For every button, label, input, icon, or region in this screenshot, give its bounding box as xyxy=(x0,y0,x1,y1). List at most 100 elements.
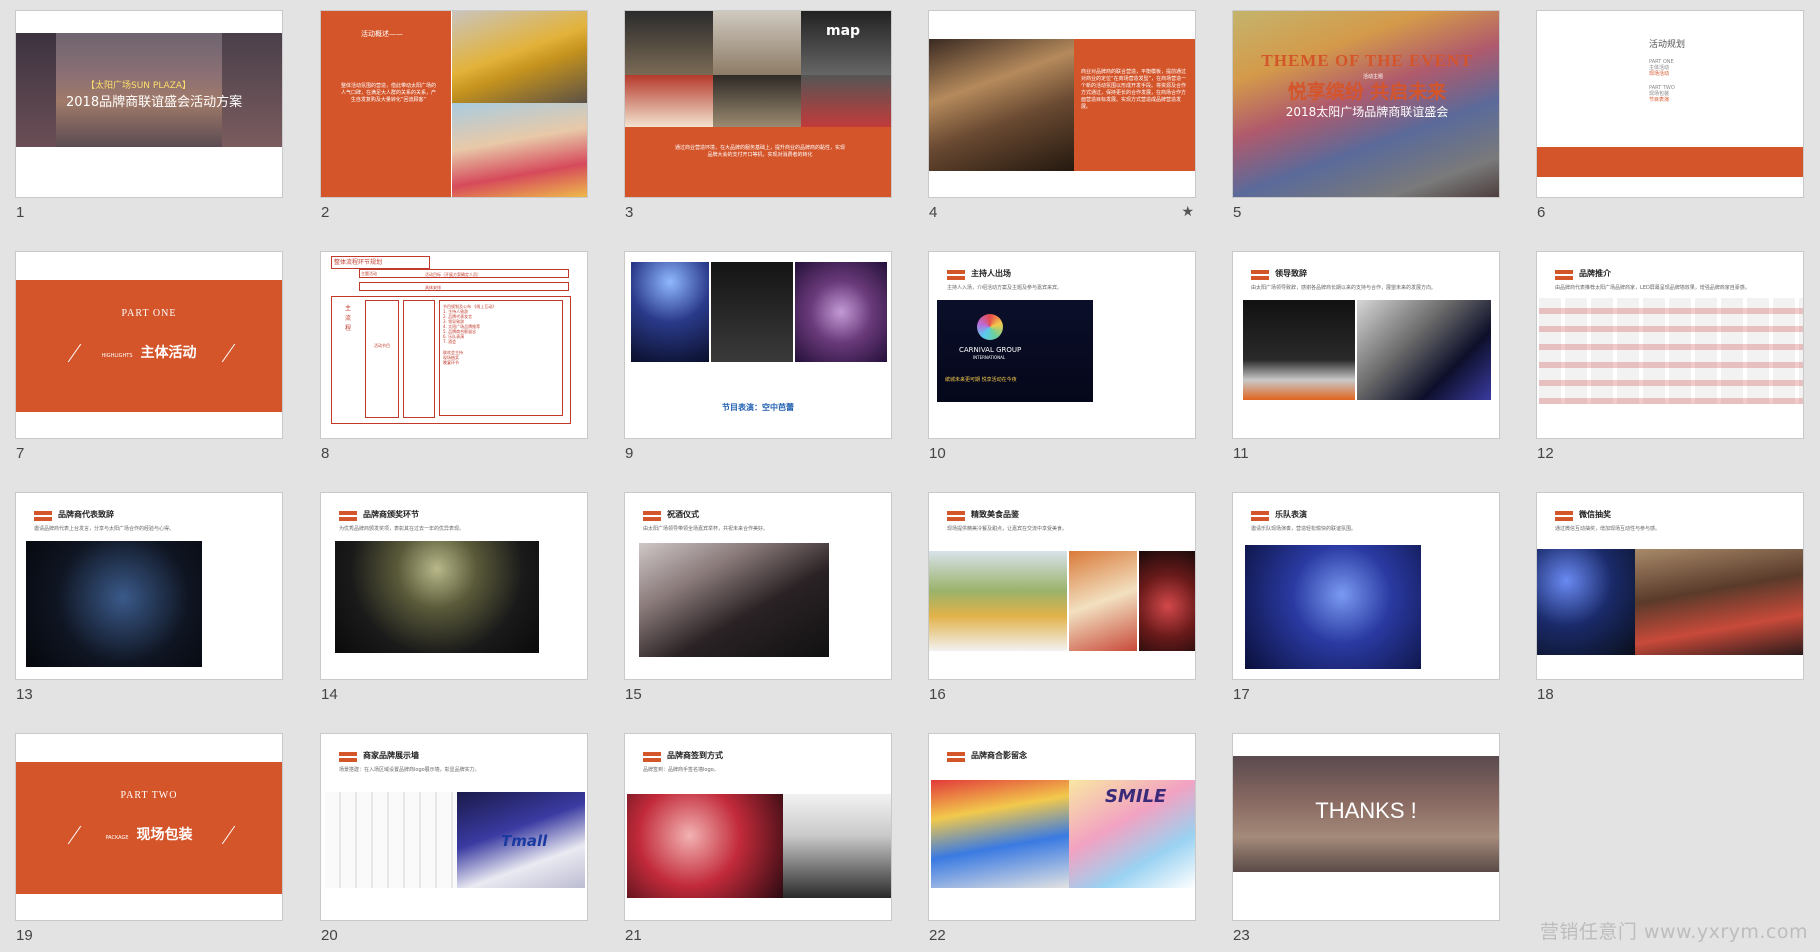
slide-thumb-9[interactable]: 节目表演：空中芭蕾 9 xyxy=(624,251,892,462)
slide-number: 17 xyxy=(1233,686,1250,703)
slide-number: 5 xyxy=(1233,204,1242,221)
slide-21-heading: 品牌商签到方式 xyxy=(667,751,723,760)
crowd-photo-2 xyxy=(1635,549,1803,655)
slide-sorter-grid: 【太阳广场SUN PLAZA】 2018品牌商联谊盛会活动方案 1 活动概述——… xyxy=(0,0,1820,952)
slide-20-sub: 场景搭建：在入场区域设置品牌商logo展示墙，彰显品牌实力。 xyxy=(339,767,480,773)
slide-number: 8 xyxy=(321,445,330,462)
slide-14-heading: 品牌商颁奖环节 xyxy=(363,510,419,519)
slide-thumb-18[interactable]: 微信抽奖 通过微信互动抽奖，增加现场互动性与参与感。 18 xyxy=(1536,492,1804,703)
slide-22-heading: 品牌商合影留念 xyxy=(971,751,1027,760)
slide-thumb-2[interactable]: 活动概述—— 整体活动氛围的营造，借此带动太阳广场的人气口碑，在满足大人群的关系… xyxy=(320,10,588,221)
slide-number: 22 xyxy=(929,927,946,944)
slide-number: 7 xyxy=(16,445,25,462)
slide-number: 23 xyxy=(1233,927,1250,944)
slide-number: 18 xyxy=(1537,686,1554,703)
ballet-photo-3 xyxy=(795,262,887,362)
slide-5-title-cn: 悦享缤纷 共启未来 xyxy=(1287,81,1447,103)
slide-thumb-6[interactable]: 活动规划 PART ONE 主体活动 现场活动 PART TWO 现场包装 节目… xyxy=(1536,10,1804,221)
ballet-photo-1 xyxy=(631,262,709,362)
slide-number: 6 xyxy=(1537,204,1546,221)
slide-number: 16 xyxy=(929,686,946,703)
slide-thumb-17[interactable]: 乐队表演 邀请乐队现场演奏，营造轻松愉快的联谊氛围。 17 xyxy=(1232,492,1500,703)
slide-thumb-16[interactable]: 精致美食品鉴 现场提供精美冷餐及甜点，让嘉宾在交流中享受美食。 16 xyxy=(928,492,1196,703)
slide-19-part: PART TWO xyxy=(120,790,178,801)
slide-4-body: 商业对品牌商的联合营造，平衡模板，提前通过对商业的定位“在商场营造发型”，在商场… xyxy=(1081,69,1187,110)
slide-thumb-12[interactable]: 品牌推介 由品牌商代表推荐太阳广场品牌商家，LED屏幕呈现品牌墙效果，增强品牌商… xyxy=(1536,251,1804,462)
slide-5-title-en: THEME OF THE EVENT xyxy=(1261,51,1473,70)
slide-13-heading: 品牌商代表致辞 xyxy=(58,510,114,519)
slide-21-sub: 品牌签到：品牌商手签名墙logo。 xyxy=(643,767,719,773)
slide-thumb-1[interactable]: 【太阳广场SUN PLAZA】 2018品牌商联谊盛会活动方案 1 xyxy=(15,10,283,221)
slide-20-brand: Tmall xyxy=(501,832,548,850)
toast-photo xyxy=(639,543,829,657)
slide-8-row1-label: 主题活动 xyxy=(361,271,377,276)
slide-10-banner-line: 缤城未来更可期 悦享活动在今夜 xyxy=(945,377,1017,383)
slide-thumb-5[interactable]: THEME OF THE EVENT 悦享缤纷 共启未来 2018太阳广场品牌商… xyxy=(1232,10,1500,221)
food-photo-3 xyxy=(1139,551,1195,651)
slide-number: 19 xyxy=(16,927,33,944)
slide-number: 3 xyxy=(625,204,634,221)
brand-wall-photo xyxy=(1539,298,1803,404)
slide-9-caption: 节目表演：空中芭蕾 xyxy=(722,403,794,412)
signin-wall-photo-2 xyxy=(783,794,891,898)
slide-thumb-20[interactable]: 商家品牌展示墙 场景搭建：在入场区域设置品牌商logo展示墙，彰显品牌实力。 T… xyxy=(320,733,588,944)
slide-6-heading: 活动规划 xyxy=(1649,40,1686,50)
store-photo-6 xyxy=(801,75,891,127)
slide-10-sub: 主持人入场，介绍活动方案及主题及参与嘉宾来宾。 xyxy=(947,285,1063,291)
food-photo-2 xyxy=(1069,551,1137,651)
store-photo-3: map xyxy=(801,11,891,75)
slide-thumb-23[interactable]: THANKS ! 23 xyxy=(1232,733,1500,944)
slide-8-extra-3: 晚宴环节 xyxy=(443,360,459,365)
slide-thumb-21[interactable]: 品牌商签到方式 品牌签到：品牌商手签名墙logo。 21 xyxy=(624,733,892,944)
speaker-photo-2 xyxy=(1357,300,1491,400)
slide-thumb-3[interactable]: map 通过商业营造环境，在大品牌的服务基础上，提升商业的品牌商的黏性，实现品牌… xyxy=(624,10,892,221)
slide-thumb-10[interactable]: 主持人出场 主持人入场，介绍活动方案及主题及参与嘉宾来宾。 CARNIVAL G… xyxy=(928,251,1196,462)
tmall-wall-photo: Tmall xyxy=(457,792,585,888)
slide-thumb-8[interactable]: 整体流程环节规划 活动目标（开展方案确定人员） 具体安排 主题活动 主 流 程 … xyxy=(320,251,588,462)
logo-wall-photo xyxy=(325,792,457,888)
neon-photo: THEME OF THE EVENT 悦享缤纷 共启未来 2018太阳广场品牌商… xyxy=(1233,11,1499,197)
slide-7-tag: HIGHLIGHTS xyxy=(101,353,133,359)
presenter-photo xyxy=(26,541,202,667)
slide-thumb-15[interactable]: 祝酒仪式 由太阳广场领导带领全场嘉宾举杯，共祝未来合作美好。 15 xyxy=(624,492,892,703)
group-photo xyxy=(931,780,1069,888)
slide-13-sub: 邀请品牌商代表上台发言，分享与太阳广场合作的经验与心得。 xyxy=(34,526,175,532)
slide-number: 9 xyxy=(625,445,634,462)
slide-15-heading: 祝酒仪式 xyxy=(667,510,699,519)
slide-5-subtitle: 2018太阳广场品牌商联谊盛会 xyxy=(1285,105,1449,119)
smile-wall-photo: SMILE xyxy=(1069,780,1195,888)
slide-7-title: 主体活动 xyxy=(140,345,197,361)
signin-wall-photo-1 xyxy=(627,794,783,898)
slide-17-heading: 乐队表演 xyxy=(1275,510,1307,519)
city-night-photo: 【太阳广场SUN PLAZA】 2018品牌商联谊盛会活动方案 xyxy=(16,33,282,147)
crowd-photo-1 xyxy=(1537,549,1635,655)
slide-18-sub: 通过微信互动抽奖，增加现场互动性与参与感。 xyxy=(1555,526,1661,532)
slide-thumb-14[interactable]: 品牌商颁奖环节 为优秀品牌商颁发奖项，表彰其在过去一年的优异表现。 14 xyxy=(320,492,588,703)
slide-5-tag: 活动主题 xyxy=(1363,74,1384,80)
slide-16-heading: 精致美食品鉴 xyxy=(971,510,1019,519)
party-photo xyxy=(929,39,1074,171)
city-street-photo: THANKS ! xyxy=(1233,756,1499,872)
slide-22-sign: SMILE xyxy=(1105,786,1167,807)
food-photo-1 xyxy=(929,551,1067,651)
slide-number: 1 xyxy=(16,204,25,221)
slide-number: 15 xyxy=(625,686,642,703)
ballet-photo-2 xyxy=(711,262,793,362)
slide-thumb-13[interactable]: 品牌商代表致辞 邀请品牌商代表上台发言，分享与太阳广场合作的经验与心得。 13 xyxy=(15,492,283,703)
slide-16-sub: 现场提供精美冷餐及甜点，让嘉宾在交流中享受美食。 xyxy=(947,526,1068,532)
slide-thumb-22[interactable]: 品牌商合影留念 SMILE 22 xyxy=(928,733,1196,944)
slide-7-part: PART ONE xyxy=(121,308,177,319)
slide-thumb-19[interactable]: PART TWO PACKAGE 现场包装 19 xyxy=(15,733,283,944)
slide-thumb-7[interactable]: PART ONE HIGHLIGHTS 主体活动 7 xyxy=(15,251,283,462)
speaker-photo-1 xyxy=(1243,300,1355,400)
slide-thumb-4[interactable]: 商业对品牌商的联合营造，平衡模板，提前通过对商业的定位“在商场营造发型”，在商场… xyxy=(928,10,1196,221)
slide-1-subtitle: 【太阳广场SUN PLAZA】 xyxy=(86,81,192,91)
slide-8-row2-label: 主 流 程 xyxy=(345,305,352,332)
slide-number: 2 xyxy=(321,204,330,221)
slide-23-title: THANKS ! xyxy=(1315,798,1417,823)
slide-3-body: 通过商业营造环境，在大品牌的服务基础上，提升商业的品牌商的黏性，实现品牌大会的支… xyxy=(675,145,846,158)
slide-thumb-11[interactable]: 领导致辞 由太阳广场领导致辞，感谢各品牌商长期以来的支持与合作，展望未来的发展方… xyxy=(1232,251,1500,462)
slide-11-heading: 领导致辞 xyxy=(1275,269,1307,278)
slide-number: 21 xyxy=(625,927,642,944)
slide-14-sub: 为优秀品牌商颁发奖项，表彰其在过去一年的优异表现。 xyxy=(339,526,465,532)
